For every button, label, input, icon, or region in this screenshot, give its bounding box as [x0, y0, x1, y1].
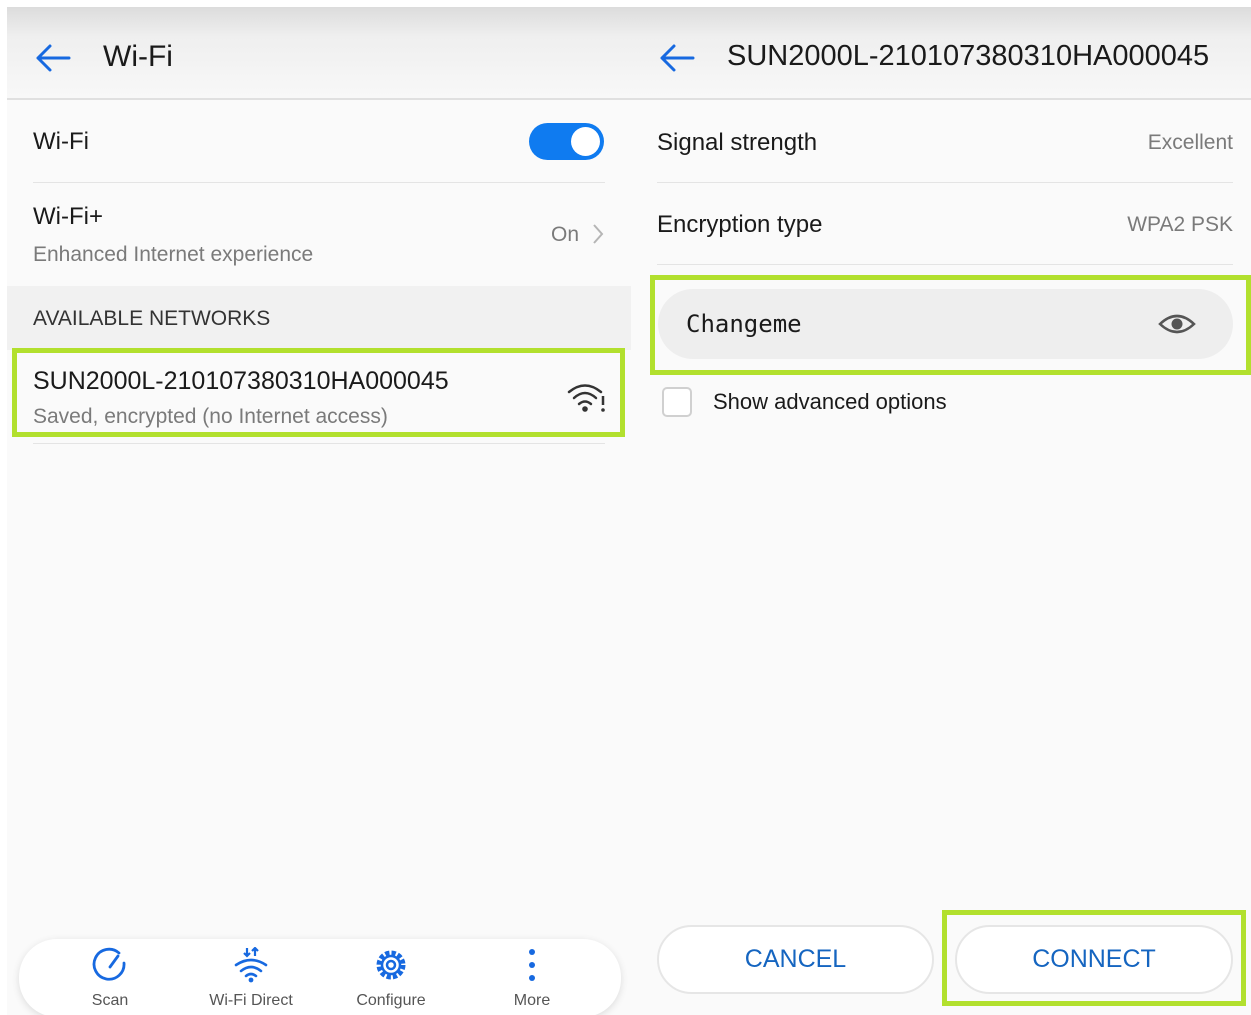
wifi-plus-label: Wi-Fi+ — [33, 203, 103, 230]
wifi-toggle[interactable] — [529, 123, 604, 160]
arrow-left-icon[interactable] — [659, 43, 695, 73]
bottom-toolbar: Scan Wi-Fi Direct Configure More — [19, 939, 621, 1015]
network-title: SUN2000L-210107380310HA000045 — [727, 40, 1210, 72]
scan-button[interactable]: Scan — [50, 939, 170, 1015]
section-title: AVAILABLE NETWORKS — [33, 307, 271, 330]
advanced-options-checkbox[interactable] — [662, 387, 692, 417]
divider — [657, 182, 1233, 183]
chevron-right-icon — [593, 224, 604, 244]
scan-label: Scan — [91, 992, 129, 1009]
toggle-knob — [571, 127, 600, 156]
divider — [33, 182, 605, 183]
divider — [657, 264, 1233, 265]
network-connect-panel: SUN2000L-210107380310HA000045 Signal str… — [631, 7, 1251, 1015]
cancel-button[interactable]: CANCEL — [657, 925, 934, 994]
wifi-plus-subtitle: Enhanced Internet experience — [33, 243, 314, 266]
signal-label: Signal strength — [657, 129, 818, 156]
highlight-password — [650, 275, 1251, 375]
available-networks-header: AVAILABLE NETWORKS — [7, 286, 631, 350]
network-header: SUN2000L-210107380310HA000045 — [631, 7, 1251, 100]
configure-label: Configure — [356, 992, 426, 1009]
highlight-network — [12, 348, 625, 437]
signal-value: Excellent — [1147, 131, 1233, 154]
encryption-value: WPA2 PSK — [1127, 213, 1233, 236]
configure-button[interactable]: Configure — [331, 939, 451, 1015]
wifi-plus-status: On — [551, 223, 580, 246]
wifi-label: Wi-Fi — [33, 128, 89, 155]
wifi-header: Wi-Fi — [7, 7, 631, 100]
page-title: Wi-Fi — [103, 40, 173, 73]
scan-icon — [92, 947, 126, 981]
arrow-left-icon[interactable] — [35, 43, 71, 73]
advanced-options-label: Show advanced options — [713, 389, 947, 414]
highlight-connect — [942, 910, 1246, 1006]
more-label: More — [513, 992, 551, 1009]
wifi-direct-icon — [234, 947, 268, 983]
gear-icon — [376, 950, 406, 980]
wifi-direct-label: Wi-Fi Direct — [209, 992, 293, 1009]
divider — [33, 443, 605, 444]
wifi-direct-button[interactable]: Wi-Fi Direct — [191, 939, 311, 1015]
more-vertical-icon — [529, 949, 535, 981]
encryption-label: Encryption type — [657, 211, 823, 238]
wifi-settings-panel: Wi-Fi Wi-Fi Wi-Fi+ Enhanced Internet exp… — [7, 7, 631, 1015]
more-button[interactable]: More — [472, 939, 592, 1015]
